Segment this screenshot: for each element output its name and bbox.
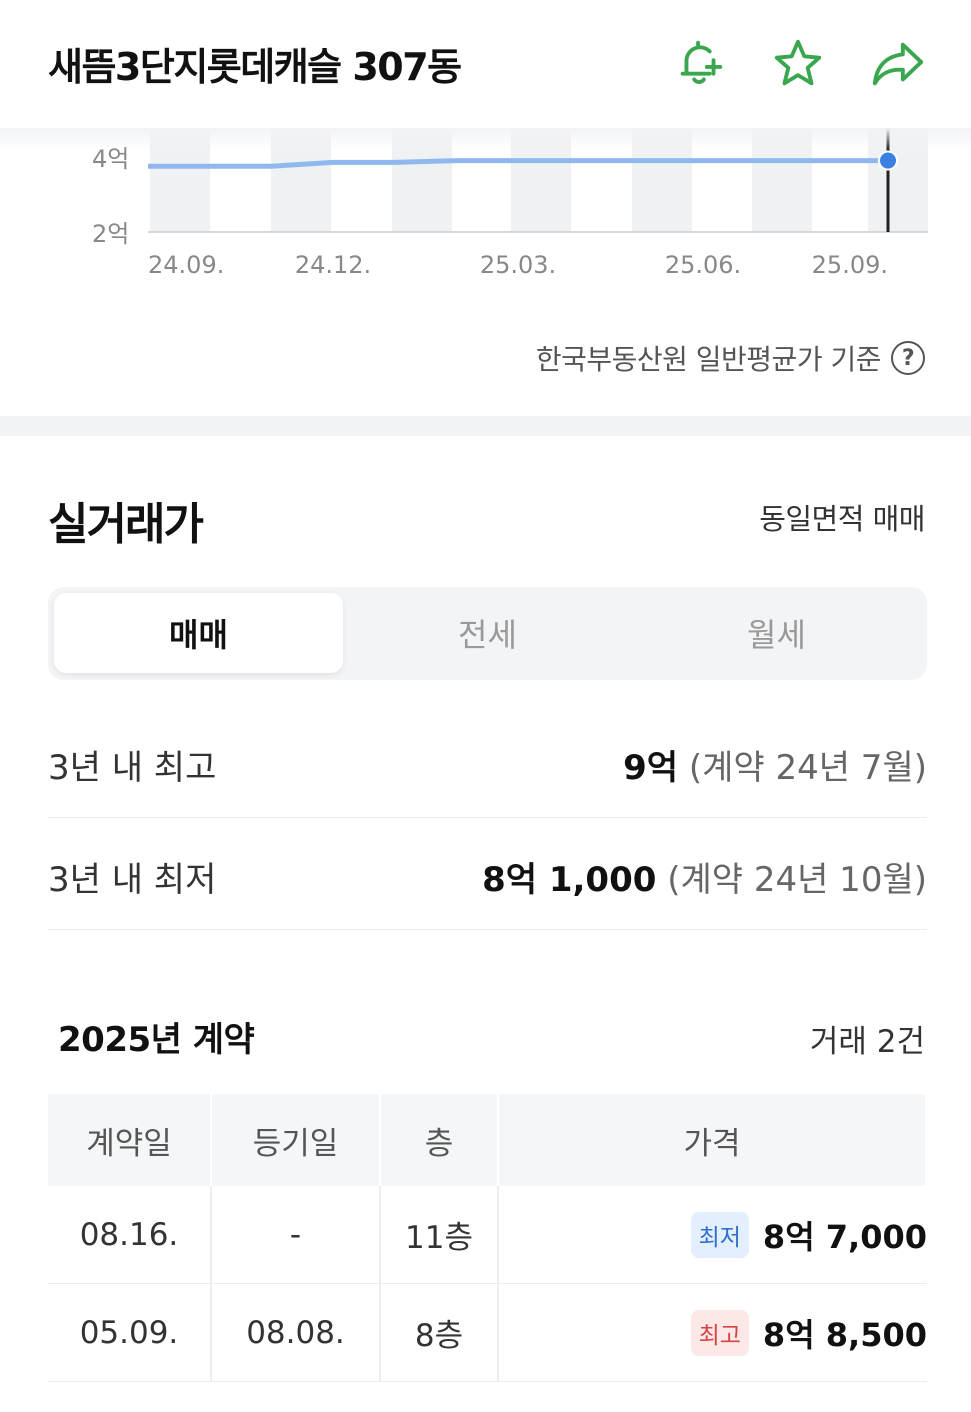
x-tick-label: 25.03.	[480, 251, 556, 279]
table-row[interactable]: 08.16. - 11층 최저 8억 7,000	[48, 1186, 927, 1284]
deal-price: 8억 8,500	[762, 1315, 927, 1354]
chart-band	[271, 128, 331, 232]
x-tick-label: 24.09.	[148, 251, 224, 279]
trade-count: 거래 2건	[809, 1024, 925, 1060]
floor: 11층	[381, 1186, 499, 1283]
x-tick-label: 25.09.	[812, 251, 888, 279]
section-title: 실거래가	[48, 499, 204, 550]
chart-band	[511, 128, 571, 232]
favorite-star-icon[interactable]	[768, 34, 828, 94]
same-area-sale-filter[interactable]: 동일면적 매매	[759, 496, 925, 538]
stat-price: 9억	[623, 748, 679, 788]
chart-band	[752, 128, 812, 232]
price-cell: 최고 8억 8,500	[499, 1284, 927, 1381]
deal-type-tabs: 매매 전세 월세	[48, 587, 927, 680]
help-icon[interactable]: ?	[891, 341, 925, 375]
floor: 8층	[381, 1284, 499, 1381]
table-header-row: 계약일 등기일 층 가격	[48, 1094, 927, 1186]
tab-sale[interactable]: 매매	[54, 593, 343, 673]
page-title: 새뜸3단지롯데캐슬 307동	[48, 45, 462, 89]
stat-value: 8억 1,000 (계약 24년 10월)	[482, 852, 927, 901]
app-header: 새뜸3단지롯데캐슬 307동	[0, 0, 971, 128]
stat-price: 8억 1,000	[482, 860, 657, 900]
header-floor: 층	[381, 1094, 499, 1186]
y-tick-label: 4억	[92, 145, 129, 173]
chart-band	[150, 128, 210, 232]
stat-contract-note: (계약 24년 7월)	[688, 748, 927, 788]
chart-band	[392, 128, 452, 232]
series-last-point	[878, 150, 898, 171]
chart-band	[632, 128, 692, 232]
price-cell: 최저 8억 7,000	[499, 1186, 927, 1283]
price-trend-chart: 4억 2억 24.09. 24.12. 25.03. 25.06. 25.09.	[0, 128, 971, 288]
y-tick-label: 2억	[92, 220, 129, 248]
three-year-high-row: 3년 내 최고 9억 (계약 24년 7월)	[48, 706, 927, 818]
chart-canvas: 4억 2억 24.09. 24.12. 25.03. 25.06. 25.09.	[92, 128, 928, 279]
data-source-note[interactable]: 한국부동산원 일반평균가 기준 ?	[536, 338, 925, 378]
section-divider	[0, 416, 971, 436]
transaction-table: 계약일 등기일 층 가격 08.16. - 11층 최저 8억 7,000 05…	[48, 1094, 927, 1382]
notification-add-icon[interactable]	[670, 34, 730, 94]
x-tick-label: 24.12.	[295, 251, 371, 279]
stat-value: 9억 (계약 24년 7월)	[623, 740, 927, 789]
stat-label: 3년 내 최고	[48, 748, 217, 788]
three-year-low-row: 3년 내 최저 8억 1,000 (계약 24년 10월)	[48, 818, 927, 930]
contract-date: 08.16.	[48, 1186, 212, 1283]
chart-band	[868, 128, 928, 232]
source-text: 한국부동산원 일반평균가 기준	[535, 343, 882, 376]
tab-monthly-rent[interactable]: 월세	[632, 593, 921, 673]
header-registration-date: 등기일	[212, 1094, 381, 1186]
year-contract-title: 2025년 계약	[58, 1020, 255, 1060]
share-icon[interactable]	[868, 34, 928, 94]
stat-label: 3년 내 최저	[48, 860, 217, 900]
table-row[interactable]: 05.09. 08.08. 8층 최고 8억 8,500	[48, 1284, 927, 1382]
registration-date: 08.08.	[212, 1284, 381, 1381]
header-price: 가격	[499, 1094, 927, 1186]
highest-badge: 최고	[690, 1309, 749, 1356]
registration-date: -	[212, 1186, 381, 1283]
x-tick-label: 25.06.	[665, 251, 741, 279]
tab-jeonse[interactable]: 전세	[343, 593, 632, 673]
contract-date: 05.09.	[48, 1284, 212, 1381]
deal-price: 8억 7,000	[762, 1217, 927, 1256]
stat-contract-note: (계약 24년 10월)	[667, 860, 927, 900]
lowest-badge: 최저	[690, 1211, 749, 1258]
header-contract-date: 계약일	[48, 1094, 212, 1186]
